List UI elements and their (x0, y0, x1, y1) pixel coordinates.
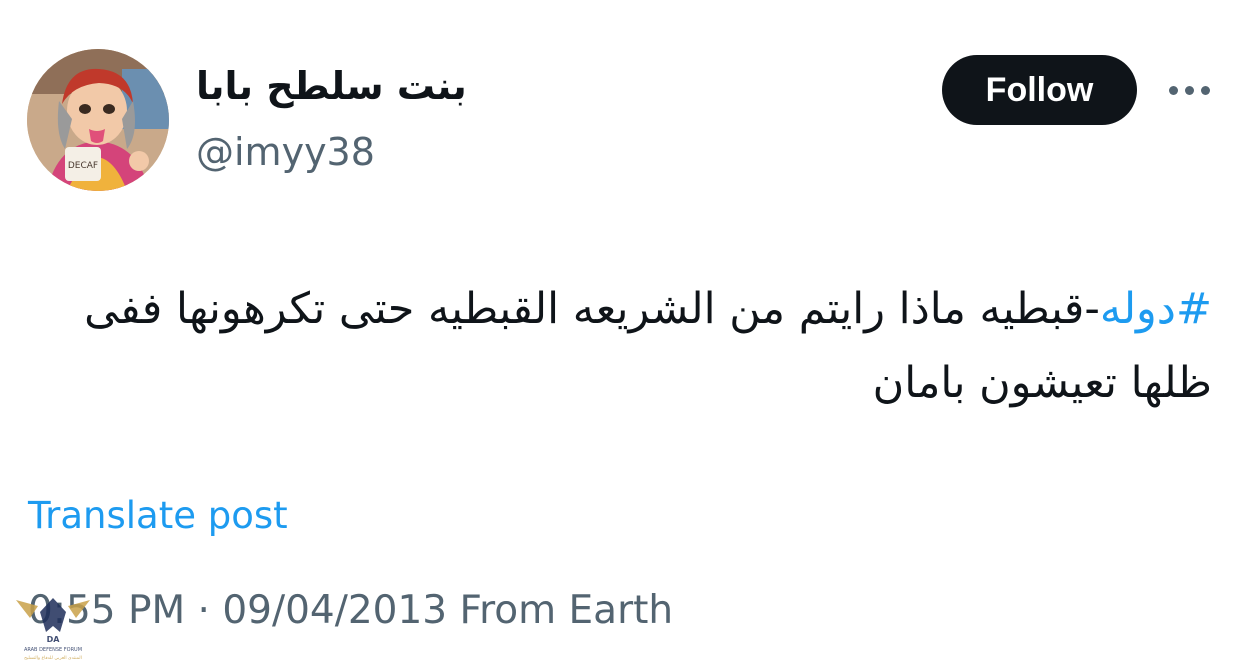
author-handle[interactable]: @imyy38 (196, 130, 375, 174)
translate-post-link[interactable]: Translate post (28, 494, 288, 537)
ellipsis-icon (1200, 85, 1210, 95)
tweet-text: #دوله-قبطيه ماذا رايتم من الشريعه القبطي… (22, 272, 1212, 420)
ellipsis-icon (1184, 85, 1194, 95)
ellipsis-icon (1168, 85, 1178, 95)
post-timestamp[interactable]: 0:55 PM · 09/04/2013 From Earth (28, 588, 673, 633)
svg-text:المنتدى العربي للدفاع والتسليح: المنتدى العربي للدفاع والتسليح (24, 656, 82, 661)
tweet-body: -قبطيه ماذا رايتم من الشريعه القبطيه حتى… (84, 284, 1212, 408)
svg-text:DECAF: DECAF (68, 161, 98, 171)
profile-avatar[interactable]: DECAF (27, 49, 169, 191)
hashtag-link[interactable]: #دوله (1100, 284, 1212, 334)
svg-text:DA: DA (47, 635, 61, 644)
tweet-card: DECAF بنت سلطح بابا @imyy38 Follow #دوله… (0, 0, 1242, 665)
follow-button[interactable]: Follow (942, 55, 1137, 125)
watermark-logo-icon: DA ARAB DEFENSE FORUM المنتدى العربي للد… (16, 598, 90, 661)
arab-defense-forum-watermark: DA ARAB DEFENSE FORUM المنتدى العربي للد… (8, 592, 98, 662)
author-display-name[interactable]: بنت سلطح بابا (196, 64, 467, 108)
svg-text:ARAB DEFENSE FORUM: ARAB DEFENSE FORUM (24, 647, 82, 653)
more-options-button[interactable] (1162, 74, 1216, 106)
avatar-illustration: DECAF (27, 49, 169, 191)
